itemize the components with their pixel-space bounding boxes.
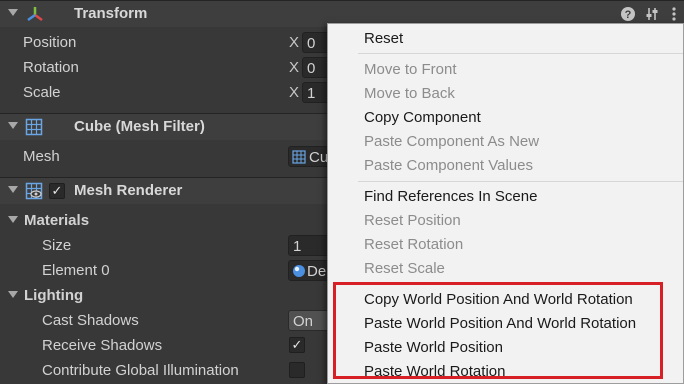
menu-item-reset[interactable]: Reset bbox=[364, 27, 403, 51]
element0-value: De bbox=[307, 263, 327, 280]
size-label: Size bbox=[42, 237, 72, 254]
menu-item-reset-rotation[interactable]: Reset Rotation bbox=[364, 233, 463, 257]
cast-shadows-label: Cast Shadows bbox=[42, 312, 139, 329]
rotation-x-axis-label[interactable]: X bbox=[289, 59, 299, 76]
element0-label: Element 0 bbox=[42, 262, 110, 279]
materials-label: Materials bbox=[24, 212, 90, 229]
foldout-arrow-icon[interactable] bbox=[8, 216, 18, 223]
menu-separator bbox=[358, 53, 683, 54]
size-field[interactable]: 1 bbox=[288, 235, 332, 256]
scale-x-axis-label[interactable]: X bbox=[289, 84, 299, 101]
more-icon[interactable] bbox=[667, 6, 681, 22]
mesh-filter-icon bbox=[25, 118, 43, 136]
mesh-renderer-icon bbox=[25, 182, 43, 200]
mesh-value: Cu bbox=[309, 149, 329, 166]
menu-item-move-to-front[interactable]: Move to Front bbox=[364, 58, 457, 82]
highlight-box bbox=[333, 282, 663, 379]
position-x-axis-label[interactable]: X bbox=[289, 34, 299, 51]
svg-text:?: ? bbox=[625, 9, 632, 21]
mesh-object-field[interactable]: Cu bbox=[288, 146, 332, 167]
scale-label: Scale bbox=[23, 84, 61, 101]
mesh-label: Mesh bbox=[23, 148, 60, 165]
menu-item-copy-component[interactable]: Copy Component bbox=[364, 106, 481, 130]
mesh-renderer-title: Mesh Renderer bbox=[74, 182, 183, 199]
menu-separator bbox=[358, 181, 683, 182]
menu-item-paste-component-as-new[interactable]: Paste Component As New bbox=[364, 130, 539, 154]
lighting-label: Lighting bbox=[24, 287, 84, 304]
foldout-arrow-icon[interactable] bbox=[8, 122, 18, 129]
foldout-arrow-icon[interactable] bbox=[8, 9, 18, 16]
rotation-label: Rotation bbox=[23, 59, 79, 76]
preset-icon[interactable] bbox=[645, 6, 661, 22]
menu-item-find-references-in-scene[interactable]: Find References In Scene bbox=[364, 185, 537, 209]
foldout-arrow-icon[interactable] bbox=[8, 186, 18, 193]
help-icon[interactable]: ? bbox=[620, 6, 636, 22]
contribute-gi-checkbox[interactable] bbox=[289, 362, 305, 378]
mesh-icon bbox=[292, 150, 306, 164]
transform-icon bbox=[27, 7, 43, 22]
transform-title: Transform bbox=[74, 5, 148, 22]
menu-item-paste-component-values[interactable]: Paste Component Values bbox=[364, 154, 533, 178]
contribute-gi-label: Contribute Global Illumination bbox=[42, 362, 239, 379]
menu-item-reset-position[interactable]: Reset Position bbox=[364, 209, 461, 233]
receive-shadows-label: Receive Shadows bbox=[42, 337, 163, 354]
cast-shadows-dropdown[interactable]: On bbox=[288, 310, 332, 331]
receive-shadows-checkbox[interactable]: ✓ bbox=[289, 337, 305, 353]
foldout-arrow-icon[interactable] bbox=[8, 291, 18, 298]
element0-object-field[interactable]: De bbox=[288, 260, 332, 281]
mesh-renderer-enabled-checkbox[interactable]: ✓ bbox=[49, 183, 65, 199]
mesh-filter-title: Cube (Mesh Filter) bbox=[74, 118, 205, 135]
material-icon bbox=[293, 265, 305, 277]
position-label: Position bbox=[23, 34, 77, 51]
menu-item-reset-scale[interactable]: Reset Scale bbox=[364, 257, 445, 281]
menu-item-move-to-back[interactable]: Move to Back bbox=[364, 82, 455, 106]
